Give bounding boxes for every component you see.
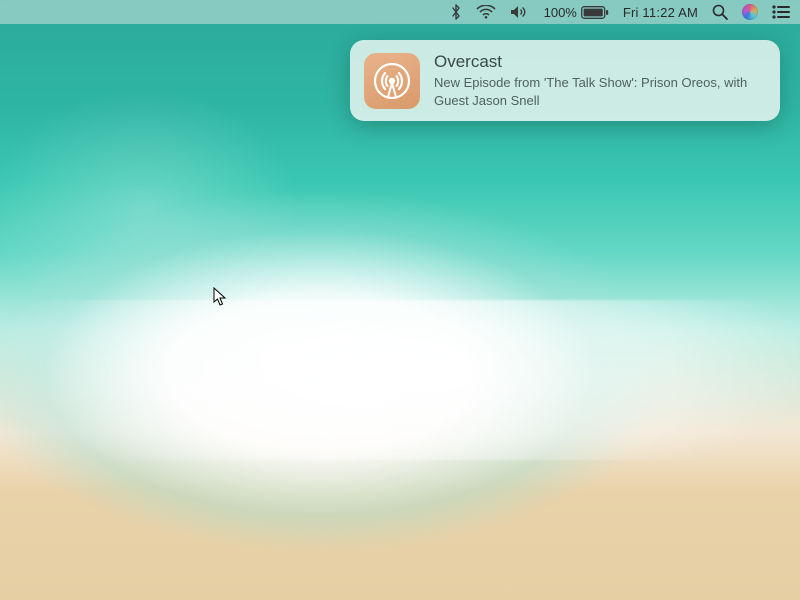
clock-text: Fri 11:22 AM xyxy=(623,5,698,20)
wallpaper-foam-overlay xyxy=(0,300,800,460)
battery-icon xyxy=(581,6,609,19)
desktop-wallpaper: 100% Fri 11:22 AM xyxy=(0,0,800,600)
menu-bar-clock[interactable]: Fri 11:22 AM xyxy=(623,5,698,20)
overcast-icon xyxy=(372,61,412,101)
notification-body: New Episode from 'The Talk Show': Prison… xyxy=(434,74,766,109)
bluetooth-status-icon[interactable] xyxy=(450,4,462,20)
spotlight-search-icon[interactable] xyxy=(712,4,728,20)
notification-title: Overcast xyxy=(434,52,766,72)
notification-app-icon xyxy=(364,53,420,109)
volume-status-icon[interactable] xyxy=(510,5,530,19)
mouse-cursor xyxy=(213,287,227,307)
menu-bar: 100% Fri 11:22 AM xyxy=(0,0,800,24)
siri-icon[interactable] xyxy=(742,4,758,20)
notification-center-icon[interactable] xyxy=(772,5,790,19)
notification-text: Overcast New Episode from 'The Talk Show… xyxy=(434,52,766,109)
battery-percent-label: 100% xyxy=(544,5,577,20)
wifi-status-icon[interactable] xyxy=(476,5,496,19)
battery-status[interactable]: 100% xyxy=(544,5,609,20)
notification-banner[interactable]: Overcast New Episode from 'The Talk Show… xyxy=(350,40,780,121)
